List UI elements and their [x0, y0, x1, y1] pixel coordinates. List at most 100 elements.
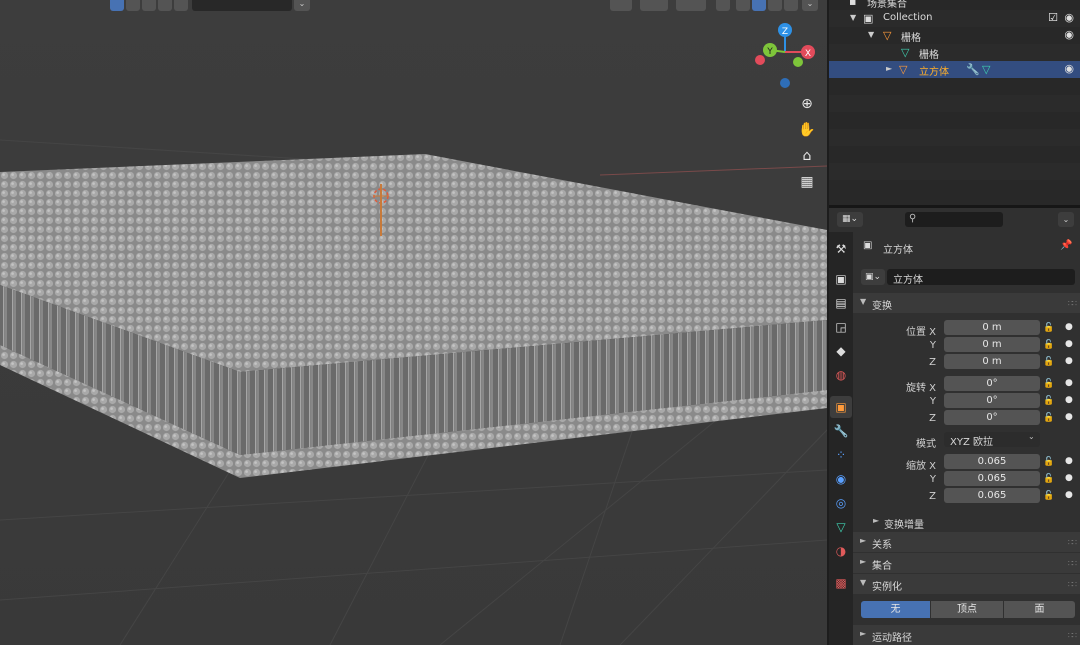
keyframe-dot-icon[interactable]: ●: [1065, 456, 1073, 466]
shading-button-1[interactable]: [126, 0, 140, 11]
relations-panel-header[interactable]: ► 关系 ∷∷: [853, 532, 1080, 552]
hand-icon[interactable]: ✋: [795, 118, 819, 142]
delta-transform-subpanel-header[interactable]: ► 变换增量: [853, 513, 1080, 531]
outliner-scene-collection[interactable]: ▪ 场景集合: [829, 0, 1080, 10]
outliner-row-grid-mesh[interactable]: ▽ 栅格: [829, 44, 1080, 61]
outliner-row-grid[interactable]: ▼ ▽ 栅格 ◉: [829, 27, 1080, 44]
keyframe-dot-icon[interactable]: ●: [1065, 412, 1073, 422]
material-tab-icon[interactable]: ◑: [830, 540, 852, 562]
drag-handle-icon[interactable]: ∷∷: [1068, 631, 1077, 640]
keyframe-dot-icon[interactable]: ●: [1065, 473, 1073, 483]
gizmo-neg-y-axis[interactable]: [793, 57, 803, 67]
shading-button-4[interactable]: [174, 0, 188, 11]
rotation-y-field[interactable]: 0°: [944, 393, 1040, 408]
zoom-icon[interactable]: ⊕: [795, 92, 819, 116]
camera-icon[interactable]: ⌂: [795, 144, 819, 168]
transform-pivot-button[interactable]: [610, 0, 632, 11]
viewport-canvas[interactable]: [0, 0, 827, 645]
location-y-field[interactable]: 0 m: [944, 337, 1040, 352]
scene-tab-icon[interactable]: ◆: [830, 340, 852, 362]
solid-shading-button[interactable]: [752, 0, 766, 11]
shading-button-2[interactable]: [142, 0, 156, 11]
lock-icon[interactable]: 🔓: [1043, 413, 1054, 423]
pin-icon[interactable]: 📌: [1060, 240, 1072, 251]
rotation-z-field[interactable]: 0°: [944, 410, 1040, 425]
object-name-field[interactable]: 立方体: [887, 269, 1075, 286]
world-tab-icon[interactable]: ◍: [830, 364, 852, 386]
properties-search-input[interactable]: ⚲: [905, 212, 1003, 227]
mesh-data-tab-icon[interactable]: ▽: [830, 516, 852, 538]
expand-arrow-icon[interactable]: ▼: [850, 13, 856, 22]
keyframe-dot-icon[interactable]: ●: [1065, 490, 1073, 500]
tool-tab-icon[interactable]: ⚒: [830, 238, 852, 260]
keyframe-dot-icon[interactable]: ●: [1065, 339, 1073, 349]
instancing-panel-header[interactable]: ▼ 实例化 ∷∷: [853, 574, 1080, 594]
eye-icon[interactable]: ◉: [1064, 28, 1074, 41]
drag-handle-icon[interactable]: ∷∷: [1068, 580, 1077, 589]
lock-icon[interactable]: 🔓: [1043, 357, 1054, 367]
object-tab-icon[interactable]: ▣: [830, 396, 852, 418]
location-x-field[interactable]: 0 m: [944, 320, 1040, 335]
editor-type-button[interactable]: ▦⌄: [837, 212, 863, 227]
physics-tab-icon[interactable]: ◉: [830, 468, 852, 490]
wireframe-shading-button[interactable]: [736, 0, 750, 11]
texture-tab-icon[interactable]: ▩: [830, 572, 852, 594]
drag-handle-icon[interactable]: ∷∷: [1068, 538, 1077, 547]
lock-icon[interactable]: 🔓: [1043, 474, 1054, 484]
lock-icon[interactable]: 🔓: [1043, 323, 1054, 333]
gizmo-neg-x-axis[interactable]: [755, 55, 765, 65]
instancing-faces-button[interactable]: 面: [1004, 601, 1075, 618]
keyframe-dot-icon[interactable]: ●: [1065, 356, 1073, 366]
snap-button[interactable]: [640, 0, 668, 11]
transform-panel-header[interactable]: ▼ 变换 ∷∷: [853, 293, 1080, 313]
lock-icon[interactable]: 🔓: [1043, 379, 1054, 389]
expand-arrow-icon[interactable]: ►: [886, 64, 892, 73]
outliner-row-collection[interactable]: ▼ ▣ Collection ☑ ◉: [829, 10, 1080, 27]
eye-icon[interactable]: ◉: [1064, 11, 1074, 24]
3d-viewport[interactable]: ⌄ ⌄ Z X Y ⊕ ✋ ⌂ ▦: [0, 0, 827, 645]
gizmo-neg-z-axis[interactable]: [780, 78, 790, 88]
location-z-field[interactable]: 0 m: [944, 354, 1040, 369]
navigation-gizmo[interactable]: Z X Y: [748, 20, 823, 92]
checkbox-icon[interactable]: ☑: [1048, 11, 1058, 24]
object-selector-button[interactable]: ▣⌄: [861, 269, 885, 285]
view-layer-tab-icon[interactable]: ◲: [830, 316, 852, 338]
chevron-down-icon[interactable]: ⌄: [294, 0, 310, 11]
modifier-tab-icon[interactable]: 🔧: [830, 420, 852, 442]
expand-arrow-icon[interactable]: ▼: [868, 30, 874, 39]
viewport-search-input[interactable]: [192, 0, 292, 11]
render-tab-icon[interactable]: ▣: [830, 268, 852, 290]
lock-icon[interactable]: 🔓: [1043, 340, 1054, 350]
shading-button-3[interactable]: [158, 0, 172, 11]
particles-tab-icon[interactable]: ⁘: [830, 444, 852, 466]
constraints-tab-icon[interactable]: ◎: [830, 492, 852, 514]
output-tab-icon[interactable]: ▤: [830, 292, 852, 314]
lock-icon[interactable]: 🔓: [1043, 457, 1054, 467]
shading-options-chevron-icon[interactable]: ⌄: [802, 0, 818, 11]
overlay-button[interactable]: [676, 0, 706, 11]
drag-handle-icon[interactable]: ∷∷: [1068, 559, 1077, 568]
keyframe-dot-icon[interactable]: ●: [1065, 322, 1073, 332]
select-mode-button[interactable]: [110, 0, 124, 11]
xray-button[interactable]: [716, 0, 730, 11]
outliner-row-cube[interactable]: ► ▽ 立方体 🔧 ▽ ◉: [829, 61, 1080, 78]
drag-handle-icon[interactable]: ∷∷: [1068, 299, 1077, 308]
options-chevron-icon[interactable]: ⌄: [1058, 212, 1074, 227]
rendered-shading-button[interactable]: [784, 0, 798, 11]
wrench-icon[interactable]: 🔧: [966, 63, 980, 76]
lock-icon[interactable]: 🔓: [1043, 491, 1054, 501]
motion-paths-panel-header[interactable]: ► 运动路径 ∷∷: [853, 625, 1080, 645]
eye-icon[interactable]: ◉: [1064, 62, 1074, 75]
lock-icon[interactable]: 🔓: [1043, 396, 1054, 406]
collections-panel-header[interactable]: ► 集合 ∷∷: [853, 553, 1080, 573]
grid-icon[interactable]: ▦: [795, 170, 819, 194]
rotation-mode-dropdown[interactable]: XYZ 欧拉 ⌄: [944, 432, 1040, 448]
scale-y-field[interactable]: 0.065: [944, 471, 1040, 486]
scale-z-field[interactable]: 0.065: [944, 488, 1040, 503]
rotation-x-field[interactable]: 0°: [944, 376, 1040, 391]
instancing-none-button[interactable]: 无: [861, 601, 930, 618]
instancing-vertices-button[interactable]: 顶点: [931, 601, 1003, 618]
keyframe-dot-icon[interactable]: ●: [1065, 378, 1073, 388]
mesh-data-icon[interactable]: ▽: [982, 63, 990, 76]
material-shading-button[interactable]: [768, 0, 782, 11]
